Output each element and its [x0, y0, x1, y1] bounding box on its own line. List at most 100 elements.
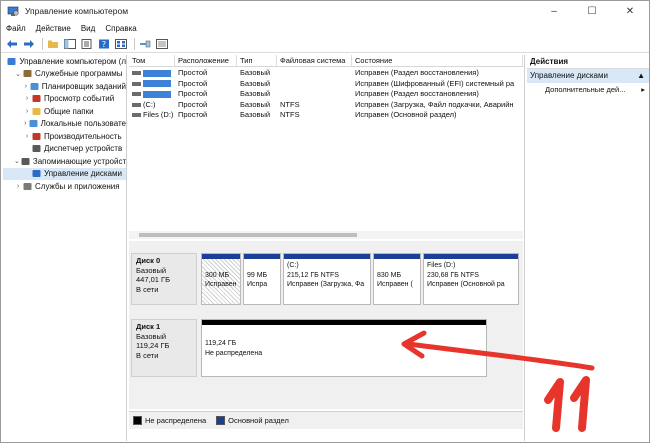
disk-map: Диск 0 Базовый 447,01 ГБ В сети 300 МБ И… — [129, 241, 523, 409]
toolbar: ? — [1, 36, 649, 53]
partition-c[interactable]: (C:) 215,12 ГБ NTFS Исправен (Загрузка, … — [283, 253, 371, 305]
performance-icon — [32, 132, 41, 141]
partition-recovery-1[interactable]: 300 МБ Исправен — [201, 253, 241, 305]
tree-item[interactable]: ⌄ Служебные программы — [3, 68, 126, 81]
partition-efi[interactable]: 99 МБ Испра — [243, 253, 281, 305]
partition-recovery-2[interactable]: 830 МБ Исправен ( — [373, 253, 421, 305]
view-list-icon[interactable] — [114, 38, 128, 51]
menu-view[interactable]: Вид — [76, 24, 100, 33]
actions-more-label: Дополнительные дей... — [545, 85, 626, 94]
column-header-type[interactable]: Тип — [237, 55, 277, 66]
volume-status-text: Исправен (Основной раздел) — [355, 110, 457, 119]
volume-type: Базовый — [237, 89, 277, 100]
tree-item-label: Служебные программы — [35, 69, 123, 79]
tree-item[interactable]: › Локальные пользовате — [3, 118, 126, 131]
disk-0-label[interactable]: Диск 0 Базовый 447,01 ГБ В сети — [131, 253, 197, 305]
up-folder-icon[interactable] — [46, 38, 60, 51]
export-list-icon[interactable] — [155, 38, 169, 51]
chevron-right-icon[interactable]: › — [23, 108, 31, 115]
window-title: Управление компьютером — [25, 6, 129, 16]
properties-icon[interactable] — [80, 38, 94, 51]
chevron-right-icon[interactable]: › — [23, 133, 31, 140]
title-bar[interactable]: Управление компьютером – ☐ ✕ — [1, 1, 649, 21]
volume-layout-text: Простой — [178, 110, 208, 119]
volume-filesystem — [277, 89, 352, 100]
event-viewer-icon — [32, 94, 41, 103]
actions-more[interactable]: Дополнительные дей... ▸ — [527, 83, 649, 97]
tree-item-label: Планировщик заданий — [41, 81, 126, 91]
tree-item[interactable]: › Планировщик заданий — [3, 80, 126, 93]
minimize-button[interactable]: – — [535, 1, 573, 21]
console-tree-icon[interactable] — [63, 38, 77, 51]
volume-type: Базовый — [237, 100, 277, 111]
chevron-down-icon[interactable]: ⌄ — [14, 157, 20, 165]
tree-item[interactable]: › Просмотр событий — [3, 93, 126, 106]
forward-icon[interactable] — [22, 38, 36, 51]
chevron-down-icon[interactable]: ⌄ — [14, 70, 22, 78]
maximize-button[interactable]: ☐ — [573, 1, 611, 21]
table-row[interactable]: Простой Базовый Исправен (Раздел восстанов… — [129, 68, 523, 79]
menu-action[interactable]: Действие — [31, 24, 76, 33]
back-icon[interactable] — [5, 38, 19, 51]
tree-item-label: Производительность — [44, 131, 122, 141]
tree-item[interactable]: ⌄ Запоминающие устройст — [3, 155, 126, 168]
disk-1-label[interactable]: Диск 1 Базовый 119,24 ГБ В сети — [131, 319, 197, 377]
users-icon — [29, 119, 38, 128]
tree-item-label: Общие папки — [44, 106, 94, 116]
column-header-filesystem[interactable]: Файловая система — [277, 55, 352, 66]
chevron-right-icon[interactable]: › — [23, 95, 31, 102]
chevron-right-icon[interactable]: › — [23, 83, 29, 90]
tree-item[interactable]: Диспетчер устройств — [3, 143, 126, 156]
tools-icon — [23, 69, 32, 78]
partition-state: Исправен — [205, 281, 237, 288]
volume-filesystem: NTFS — [277, 110, 352, 121]
device-manager-icon — [32, 144, 41, 153]
table-row[interactable]: Files (D:) Простой Базовый NTFS Исправен (Ос… — [129, 110, 523, 121]
tree-item[interactable]: › Производительность — [3, 130, 126, 143]
legend-label-unallocated: Не распределена — [145, 416, 207, 425]
volume-filesystem: NTFS — [277, 100, 352, 111]
menu-file[interactable]: Файл — [1, 24, 31, 33]
partition-size: 99 МБ — [247, 271, 268, 279]
tree-item[interactable]: › Службы и приложения — [3, 180, 126, 193]
volume-status-text: Исправен (Раздел восстановления) — [355, 89, 479, 98]
actions-title: Действия — [527, 55, 649, 69]
disk-type: Базовый — [136, 265, 167, 275]
chevron-right-icon[interactable]: › — [23, 120, 28, 127]
collapse-up-icon[interactable]: ▲ — [637, 69, 645, 83]
volume-layout-text: Простой — [178, 68, 208, 77]
volume-layout: Простой — [175, 100, 237, 111]
tree-item[interactable]: Управление компьютером (л — [3, 55, 126, 68]
volume-status: Исправен (Раздел восстановления) — [352, 68, 523, 79]
chevron-right-icon[interactable]: › — [14, 183, 22, 190]
table-row[interactable]: Простой Базовый Исправен (Раздел восстанов… — [129, 89, 523, 100]
volume-type-text: Базовый — [240, 99, 271, 109]
volume-color-bar — [143, 80, 171, 88]
help-icon[interactable]: ? — [97, 38, 111, 51]
tree-item[interactable]: Управление дисками — [3, 167, 126, 180]
close-button[interactable]: ✕ — [611, 1, 649, 21]
column-header-volume[interactable]: Том — [129, 55, 175, 66]
column-header-status[interactable]: Состояние — [352, 55, 523, 66]
volume-status-text: Исправен (Шифрованный (EFI) системный ра — [355, 78, 515, 88]
clock-icon — [30, 82, 39, 91]
table-row[interactable]: (C:) Простой Базовый NTFS Исправен (Загрузка… — [129, 100, 523, 111]
actions-section-disk-management[interactable]: Управление дисками ▲ — [527, 69, 649, 83]
partition-unallocated[interactable]: 119,24 ГБ Не распределена — [201, 319, 487, 377]
volume-name: (C:) — [129, 100, 175, 111]
horizontal-scrollbar[interactable] — [129, 231, 523, 239]
legend-label-primary: Основной раздел — [228, 416, 289, 425]
scrollbar-thumb[interactable] — [139, 233, 357, 237]
partition-d[interactable]: Files (D:) 230,68 ГБ NTFS Исправен (Осно… — [423, 253, 519, 305]
column-header-layout[interactable]: Расположение — [175, 55, 237, 66]
volume-icon — [132, 102, 141, 107]
console-tree: Управление компьютером (л ⌄ Служебные прог… — [3, 55, 127, 441]
legend-swatch-unallocated — [133, 416, 142, 425]
disk-status: В сети — [136, 350, 159, 360]
table-row[interactable]: Простой Базовый Исправен (Шифрованный (EFI… — [129, 79, 523, 90]
menu-help[interactable]: Справка — [100, 24, 141, 33]
volume-list: Том Расположение Тип Файловая система Со… — [129, 55, 523, 239]
volume-status-text: Исправен (Загрузка, Файл подкачки, Авари… — [355, 99, 514, 109]
connect-icon[interactable] — [138, 38, 152, 51]
tree-item[interactable]: › Общие папки — [3, 105, 126, 118]
